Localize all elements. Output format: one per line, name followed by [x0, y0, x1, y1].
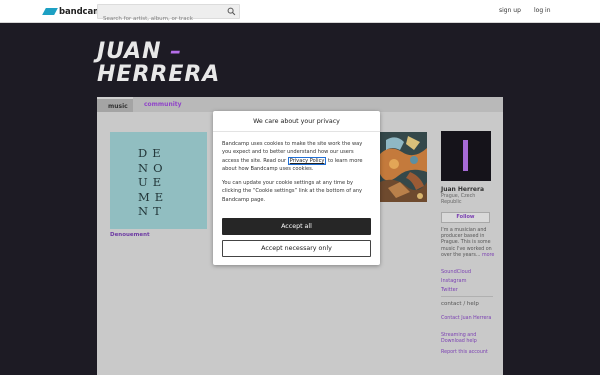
album-cover-art-text: DE NO UE ME NT [138, 146, 169, 218]
login-link[interactable]: log in [534, 7, 551, 14]
album-cover-denouement[interactable]: DE NO UE ME NT [110, 132, 207, 229]
contact-help-heading: contact / help [441, 301, 479, 307]
link-soundcloud[interactable]: SoundCloud [441, 269, 471, 275]
sidebar-divider [441, 296, 493, 297]
artist-name-dash: – [170, 39, 183, 64]
cookie-paragraph-1: Bandcamp uses cookies to make the site w… [222, 140, 372, 173]
link-twitter[interactable]: Twitter [441, 287, 458, 293]
nav-tabs: music community [97, 97, 503, 112]
bandcamp-logo-icon [42, 8, 58, 15]
search-input[interactable] [98, 12, 218, 26]
artist-name-last: HERRERA [97, 62, 221, 87]
search-box [97, 4, 240, 26]
cookie-dialog-body: Bandcamp uses cookies to make the site w… [222, 140, 372, 210]
sidebar-artist-name: Juan Herrera [441, 186, 484, 193]
artist-name-first: JUAN [97, 39, 162, 64]
tab-community[interactable]: community [144, 101, 182, 108]
artist-photo[interactable] [441, 131, 491, 181]
link-report-account[interactable]: Report this account [441, 350, 493, 356]
link-contact-artist[interactable]: Contact Juan Herrera [441, 316, 493, 322]
cookie-dialog-title: We care about your privacy [213, 111, 380, 132]
privacy-policy-link[interactable]: Privacy Policy [287, 156, 327, 165]
album-title-denouement[interactable]: Denouement [110, 232, 150, 238]
cookie-paragraph-2: You can update your cookie settings at a… [222, 180, 363, 203]
artist-header[interactable]: JUAN – HERRERA [97, 40, 220, 86]
sidebar-location: Prague, Czech Republic [441, 194, 476, 205]
link-instagram[interactable]: Instagram [441, 278, 466, 284]
artist-photo-bar [463, 140, 468, 171]
search-icon[interactable] [227, 7, 236, 16]
accept-all-button[interactable]: Accept all [222, 218, 371, 235]
link-streaming-help[interactable]: Streaming and Download help [441, 333, 493, 345]
bio-more-link[interactable]: more [482, 253, 494, 258]
follow-button[interactable]: Follow [441, 212, 490, 223]
cookie-consent-dialog: We care about your privacy Bandcamp uses… [213, 111, 380, 265]
accept-necessary-button[interactable]: Accept necessary only [222, 240, 371, 257]
top-bar: bandcamp sign up log in [0, 0, 600, 26]
tab-music[interactable]: music [97, 97, 133, 112]
sidebar-bio: I'm a musician and producer based in Pra… [441, 228, 495, 259]
signup-link[interactable]: sign up [499, 7, 521, 14]
album-cover-second[interactable] [380, 132, 427, 202]
album-art-illustration [380, 132, 427, 202]
